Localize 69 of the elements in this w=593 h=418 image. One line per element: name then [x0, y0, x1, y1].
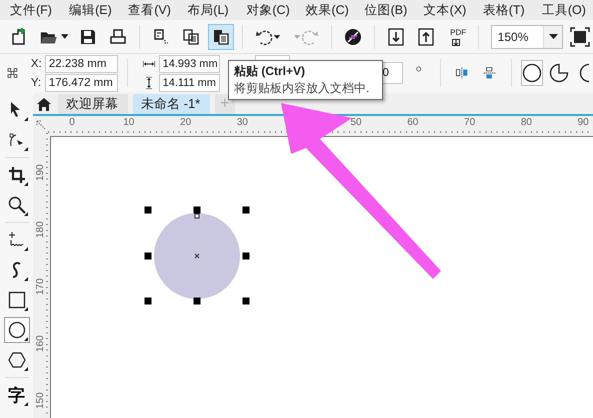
menu-item[interactable]: 工具(O) — [534, 2, 593, 18]
ruler-label: 0 — [69, 117, 75, 128]
selection-handle[interactable] — [194, 206, 200, 214]
selection-handle[interactable] — [242, 252, 250, 260]
menu-item[interactable]: 查看(V) — [120, 2, 180, 18]
ruler-label: 70 — [464, 117, 476, 128]
caret-icon[interactable] — [548, 34, 558, 39]
selection-handle[interactable] — [242, 206, 250, 214]
full-screen-icon — [570, 26, 590, 46]
tooltip-title: 粘贴 (Ctrl+V) — [234, 63, 306, 80]
x-field[interactable]: 22.238 mm — [44, 54, 118, 72]
selection-handle[interactable] — [194, 298, 200, 304]
selection-handle[interactable] — [144, 298, 152, 304]
rectangle-icon — [8, 291, 26, 309]
y-label: Y: — [30, 76, 41, 88]
selection-handle[interactable] — [242, 298, 250, 304]
node-curve-icon — [8, 131, 26, 149]
menu-item[interactable]: 文件(F) — [2, 2, 62, 18]
menu-item[interactable]: 位图(B) — [356, 2, 416, 18]
zoom-combo[interactable]: 150% — [490, 24, 564, 48]
menu-item[interactable]: 表格(T) — [474, 2, 534, 18]
ellipse-tool[interactable] — [4, 317, 30, 343]
search-icon — [8, 196, 26, 214]
y-field[interactable]: 176.472 mm — [44, 74, 118, 92]
ruler-label: 60 — [407, 117, 418, 128]
home-icon — [37, 98, 51, 110]
document-tab[interactable]: 欢迎屏幕 — [58, 94, 128, 114]
center-mark-icon — [194, 254, 200, 258]
width-field[interactable]: 14.993 mm — [158, 54, 220, 72]
document-tab[interactable]: 未命名 -1* — [133, 94, 210, 114]
paste-button[interactable] — [208, 24, 234, 50]
export-icon — [416, 26, 436, 46]
menu-item[interactable]: 编辑(E) — [61, 2, 120, 18]
text-tool[interactable]: 字 — [4, 382, 30, 408]
import-icon — [386, 26, 406, 46]
download-icon — [452, 38, 460, 46]
caret-icon[interactable] — [60, 34, 68, 39]
menu-item[interactable]: 效果(C) — [297, 2, 357, 18]
transform-icon[interactable] — [7, 65, 18, 81]
x-label: X: — [30, 58, 41, 70]
hexagon-icon — [8, 351, 26, 369]
ruler-label: 30 — [236, 117, 248, 128]
tooltip-text: 将剪贴板内容放入文档中. — [234, 80, 370, 97]
ellipse-icon — [8, 321, 26, 339]
ruler-label: 80 — [520, 117, 532, 128]
pie-icon — [548, 63, 569, 83]
selection-handle[interactable] — [144, 252, 152, 260]
ellipse-button[interactable] — [520, 60, 543, 86]
selection-handle[interactable] — [144, 206, 152, 214]
ruler-label: 50 — [350, 117, 362, 128]
rotation-handle[interactable] — [194, 214, 200, 218]
width-icon — [142, 60, 155, 68]
height-field[interactable]: 14.111 mm — [158, 74, 220, 92]
arc-icon — [578, 63, 589, 83]
launcher-icon — [343, 26, 364, 46]
ruler-origin-icon[interactable] — [36, 120, 46, 130]
circle-icon — [522, 63, 542, 83]
degree-icon — [416, 65, 422, 73]
freehand-icon — [8, 231, 26, 249]
menu-item[interactable]: 对象(C) — [238, 2, 298, 18]
ruler-label: 10 — [123, 117, 134, 128]
ruler-label: 90 — [578, 117, 589, 128]
menu-item[interactable]: 布局(L) — [179, 2, 238, 18]
menu-item[interactable]: 文本(X) — [416, 2, 475, 18]
printer-icon — [108, 26, 128, 46]
crop-icon — [8, 166, 26, 184]
pdf-button[interactable]: PDF — [443, 24, 470, 50]
copy-icon — [181, 26, 202, 46]
ruler-label: 20 — [180, 117, 192, 128]
